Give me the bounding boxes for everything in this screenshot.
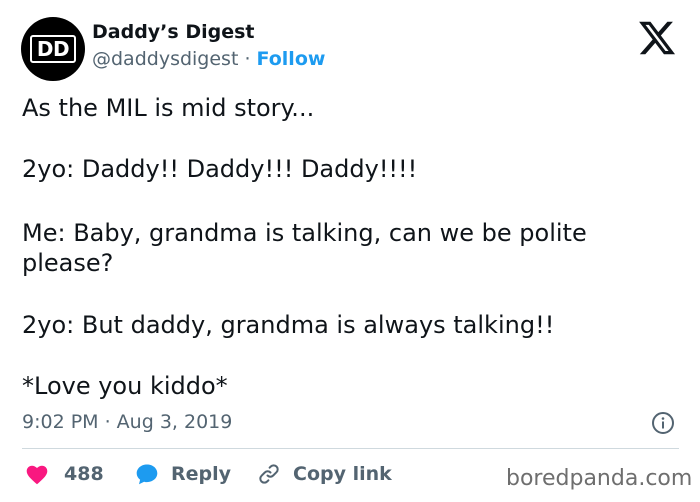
user-handle[interactable]: @daddysdigest (92, 48, 238, 70)
watermark: boredpanda.com (506, 466, 693, 491)
follow-button[interactable]: Follow (257, 48, 326, 70)
handle-line: @daddysdigest · Follow (92, 48, 325, 70)
x-logo-icon[interactable] (637, 18, 677, 58)
tweet-card: DD Daddy’s Digest @daddysdigest · Follow… (0, 0, 700, 502)
tweet-line: 2yo: Daddy!! Daddy!!! Daddy!!!! (22, 155, 418, 183)
like-button[interactable]: 488 (25, 461, 104, 487)
handle-separator: · (238, 48, 257, 70)
avatar-logo-text: DD (30, 35, 76, 63)
like-count: 488 (64, 463, 104, 485)
tweet-line: Me: Baby, grandma is talking, can we be … (22, 219, 587, 277)
tweet-line: *Love you kiddo* (22, 372, 228, 400)
avatar[interactable]: DD (21, 17, 85, 81)
copy-link-label: Copy link (293, 463, 392, 485)
speech-bubble-icon (136, 464, 158, 485)
tweet-line: 2yo: But daddy, grandma is always talkin… (22, 311, 555, 339)
reply-button[interactable]: Reply (135, 461, 231, 487)
link-icon (259, 464, 279, 484)
tweet-line: As the MIL is mid story... (22, 94, 315, 122)
divider (22, 448, 679, 449)
display-name[interactable]: Daddy’s Digest (92, 21, 254, 43)
info-icon[interactable] (651, 411, 675, 435)
timestamp[interactable]: 9:02 PM · Aug 3, 2019 (22, 411, 232, 433)
copy-link-button[interactable]: Copy link (257, 461, 392, 487)
reply-label: Reply (171, 463, 232, 485)
heart-icon (26, 465, 48, 485)
